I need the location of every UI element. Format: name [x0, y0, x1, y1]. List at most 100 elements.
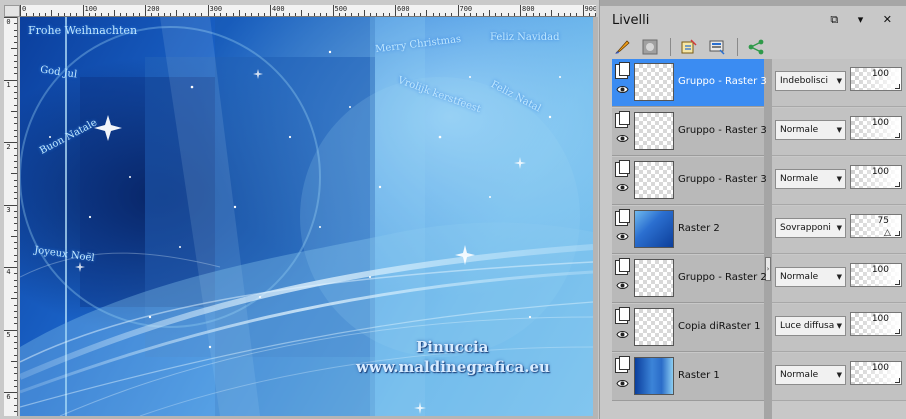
ruler-tick	[14, 398, 17, 400]
watermark-url: www.maldinegrafica.eu	[356, 358, 550, 376]
visibility-eye-icon[interactable]	[616, 378, 629, 389]
blend-mode-label: Normale	[780, 125, 819, 135]
visibility-eye-icon[interactable]	[616, 182, 629, 193]
layer-row[interactable]: Gruppo - Raster 3	[612, 157, 767, 205]
layer-row[interactable]: Gruppo - Raster 2	[612, 255, 767, 303]
opacity-field[interactable]: 100	[850, 165, 902, 189]
visibility-eye-icon[interactable]	[616, 231, 629, 242]
canvas-image[interactable]: Frohe Weihnachten God Jul Buon Natale Jo…	[20, 17, 593, 416]
ruler-label: 2	[6, 143, 11, 151]
ruler-tick	[157, 13, 159, 16]
layer-type-icon	[615, 62, 630, 79]
dropdown-arrow-icon: ▼	[836, 224, 842, 232]
layer-thumbnail	[634, 259, 674, 297]
ruler-tick	[14, 167, 17, 168]
mask-icon[interactable]	[640, 37, 660, 57]
ruler-tick	[382, 13, 384, 16]
layer-row[interactable]: Copia diRaster 1	[612, 304, 764, 352]
blend-mode-select[interactable]: Normale ▼	[775, 267, 846, 287]
layers-toolbar	[612, 36, 774, 58]
layers-splitter[interactable]	[764, 59, 772, 419]
ruler-label: 400	[272, 5, 285, 13]
layer-row[interactable]: Gruppo - Raster 3	[612, 59, 767, 107]
layer-row[interactable]: Raster 1	[612, 353, 764, 401]
opacity-field[interactable]: 100	[850, 312, 902, 336]
blend-mode-select[interactable]: Indebolisci ▼	[775, 71, 846, 91]
visibility-eye-icon[interactable]	[616, 280, 629, 291]
ruler-label: 5	[6, 330, 11, 339]
ruler-tick	[63, 13, 65, 16]
ruler-tick	[57, 13, 59, 16]
toolbar-separator	[670, 38, 671, 56]
dropdown-arrow-icon: ▼	[836, 77, 842, 85]
layer-blend-icon[interactable]	[707, 37, 727, 57]
layer-row[interactable]: Raster 2	[612, 206, 764, 254]
ruler-label: 6	[6, 393, 11, 401]
share-icon[interactable]	[746, 37, 766, 57]
ruler-tick	[82, 5, 84, 16]
ruler-tick	[51, 10, 53, 16]
visibility-eye-icon[interactable]	[616, 329, 629, 340]
ruler-tick	[107, 13, 109, 16]
ruler-label: 900	[584, 5, 597, 13]
blend-mode-label: Luce diffusa	[780, 321, 835, 331]
ruler-tick	[14, 223, 17, 225]
ruler-tick	[295, 13, 296, 16]
ruler-tick	[14, 367, 17, 368]
ruler-tick	[14, 210, 17, 212]
ruler-tick	[545, 13, 546, 16]
ruler-tick	[482, 13, 484, 16]
ruler-tick	[14, 229, 17, 231]
ruler-tick	[563, 13, 565, 16]
layer-thumbnail	[634, 308, 674, 346]
opacity-field[interactable]: 100	[850, 67, 902, 91]
opacity-field[interactable]: 100	[850, 361, 902, 385]
opacity-value: 100	[871, 363, 889, 373]
ruler-tick	[320, 13, 321, 16]
canvas-window: 0 100 200 300 400 500 600 700 800 900 0 1 2 3 4 5 6	[0, 0, 598, 419]
blend-mode-select[interactable]: Normale ▼	[775, 365, 846, 385]
blend-mode-select[interactable]: Normale ▼	[775, 169, 846, 189]
vertical-ruler: 0 1 2 3 4 5 6	[4, 17, 18, 416]
opacity-slider-marker-icon[interactable]: △	[884, 229, 891, 238]
ruler-tick	[14, 104, 17, 106]
visibility-eye-icon[interactable]	[616, 133, 629, 144]
layer-properties-icon[interactable]	[679, 37, 699, 57]
blend-mode-select[interactable]: Normale ▼	[775, 120, 846, 140]
ruler-tick	[526, 13, 528, 16]
ruler-tick	[245, 13, 246, 16]
panel-window-controls[interactable]: ⧉ ▾ ✕	[830, 13, 900, 27]
ruler-label: 500	[334, 5, 348, 13]
ruler-label: 300	[209, 5, 223, 13]
opacity-field[interactable]: 75 △	[850, 214, 902, 238]
opacity-field[interactable]: 100	[850, 263, 902, 287]
ruler-tick	[14, 192, 17, 193]
layer-settings-row: Normale ▼ 100	[772, 157, 906, 205]
blend-mode-select[interactable]: Sovrapponi ▼	[775, 218, 846, 238]
layer-type-icon	[615, 307, 630, 324]
ruler-tick	[507, 13, 509, 16]
blend-mode-select[interactable]: Luce diffusa ▼	[775, 316, 846, 336]
ruler-tick	[14, 335, 17, 337]
ruler-tick	[14, 217, 17, 218]
ruler-tick	[188, 13, 190, 16]
brush-icon[interactable]	[612, 37, 632, 57]
visibility-eye-icon[interactable]	[616, 84, 629, 95]
layer-row[interactable]: Gruppo - Raster 3	[612, 108, 767, 156]
opacity-value: 100	[871, 314, 889, 324]
layer-thumbnail	[634, 161, 674, 199]
ruler-tick	[14, 23, 17, 25]
ruler-tick	[14, 73, 17, 75]
ruler-tick	[14, 160, 17, 162]
ruler-tick	[76, 13, 78, 16]
ruler-tick	[14, 98, 17, 100]
ruler-tick	[201, 13, 203, 16]
ruler-tick	[20, 5, 21, 16]
dropdown-arrow-icon: ▼	[836, 175, 842, 183]
ruler-tick	[14, 242, 17, 243]
vertical-scrollbar[interactable]	[593, 17, 598, 416]
ruler-tick	[11, 48, 17, 50]
opacity-field[interactable]: 100	[850, 116, 902, 140]
ruler-tick	[14, 67, 17, 68]
ruler-tick	[557, 13, 559, 16]
